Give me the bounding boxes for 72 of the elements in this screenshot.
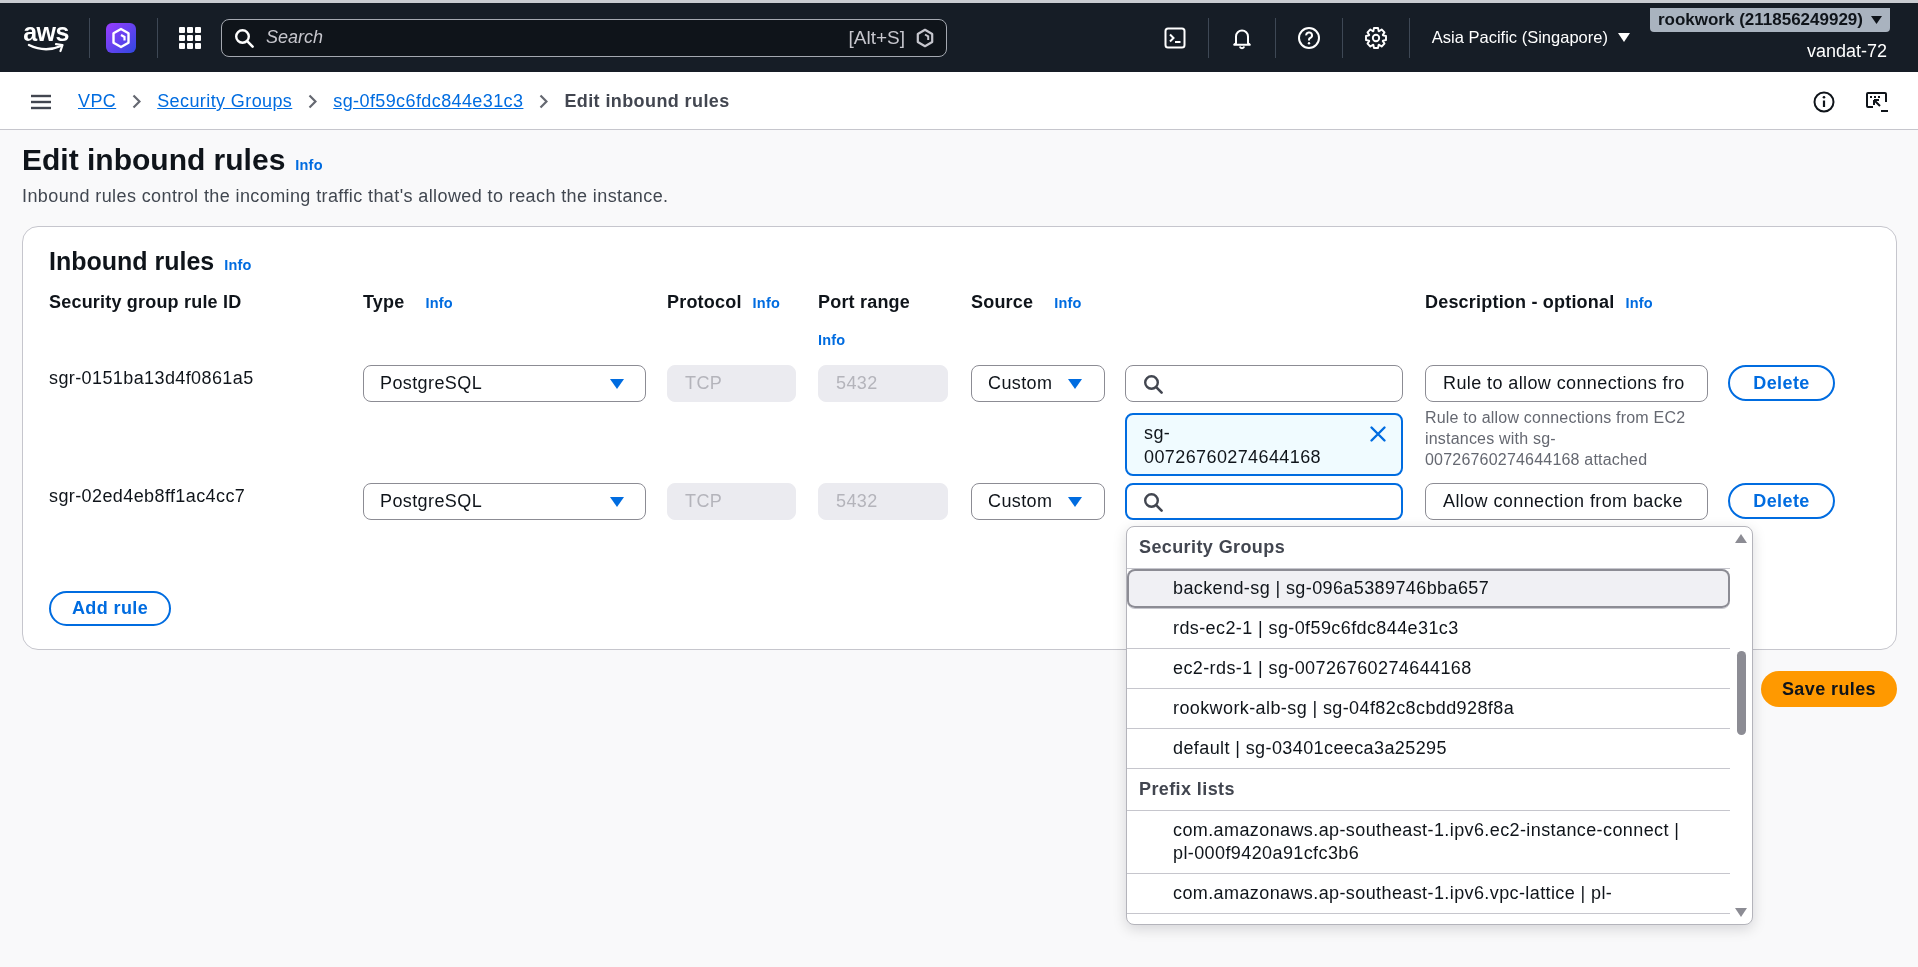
source-search-field[interactable]: [1125, 365, 1403, 402]
search-icon: [234, 27, 254, 48]
caret-down-icon: [610, 496, 624, 507]
current-page-crumb: Edit inbound rules: [564, 91, 730, 112]
info-link[interactable]: Info: [818, 328, 846, 352]
source-option[interactable]: backend-sg | sg-096a5389746bba657: [1127, 569, 1730, 609]
add-rule-button[interactable]: Add rule: [49, 591, 171, 626]
screen-icon[interactable]: [1865, 90, 1889, 113]
source-option[interactable]: rds-ec2-1 | sg-0f59c6fdc844e31c3: [1127, 609, 1730, 649]
caret-down-icon: [1617, 33, 1630, 42]
info-link[interactable]: Info: [224, 257, 252, 273]
search-icon: [1143, 491, 1163, 512]
description-field[interactable]: Rule to allow connections fro: [1425, 365, 1708, 402]
rule-id: sgr-02ed4eb8ff1ac4cc7: [49, 485, 246, 508]
gear-icon[interactable]: [1363, 25, 1388, 50]
home-logo-link[interactable]: aws: [25, 22, 67, 53]
terminal-icon[interactable]: [1162, 25, 1187, 50]
delete-button[interactable]: Delete: [1728, 365, 1835, 401]
search-icon: [1143, 373, 1163, 394]
source-select[interactable]: Custom: [971, 365, 1105, 402]
source-option[interactable]: com.amazonaws.ap-southeast-1.ipv6.ec2-instance-connect | pl-000f9420a91cfc3b6: [1127, 811, 1730, 874]
source-option[interactable]: default | sg-03401ceeca3a25295: [1127, 729, 1730, 769]
source-option[interactable]: rookwork-alb-sg | sg-04f82c8cbdd928f8a: [1127, 689, 1730, 729]
help-icon[interactable]: [1296, 25, 1321, 50]
info-link[interactable]: Info: [425, 291, 453, 315]
column-header: Security group rule ID: [49, 291, 242, 314]
menu-icon[interactable]: [31, 93, 51, 110]
info-link[interactable]: Info: [1625, 291, 1653, 315]
region-selector[interactable]: Asia Pacific (Singapore): [1431, 28, 1630, 47]
column-header: Port range: [818, 291, 911, 314]
source-search-field[interactable]: [1125, 483, 1403, 520]
hexagon-app-icon[interactable]: [106, 22, 136, 53]
rule-id: sgr-0151ba13d4f0861a5: [49, 367, 254, 390]
delete-button[interactable]: Delete: [1728, 483, 1835, 519]
column-header: Protocol: [667, 291, 742, 314]
token-label: sg-00726760274644168: [1144, 422, 1322, 469]
chevron-right-icon: [539, 94, 549, 109]
column-header: Source: [971, 291, 1034, 314]
breadcrumb-link[interactable]: Security Groups: [157, 91, 293, 112]
user-name: vandat-72: [1806, 41, 1887, 61]
info-link[interactable]: Info: [295, 157, 323, 173]
chevron-right-icon: [132, 94, 142, 109]
type-select[interactable]: PostgreSQL: [363, 365, 646, 402]
caret-down-icon: [1068, 378, 1082, 389]
field-hint: Rule to allow connections from EC2 instances with sg-00726760274644168 attached: [1425, 408, 1687, 470]
source-select[interactable]: Custom: [971, 483, 1105, 520]
panel-title: Inbound rules: [49, 246, 215, 276]
option-group-header: Prefix lists: [1127, 769, 1730, 811]
type-select[interactable]: PostgreSQL: [363, 483, 646, 520]
info-link[interactable]: Info: [1054, 291, 1082, 315]
column-header: Description - optional: [1425, 291, 1615, 314]
close-icon[interactable]: [1369, 425, 1387, 443]
info-icon[interactable]: [1813, 90, 1835, 113]
breadcrumb-link[interactable]: sg-0f59c6fdc844e31c3: [333, 91, 524, 112]
account-menu[interactable]: rookwork (211856249929): [1649, 8, 1890, 32]
column-header: Type: [363, 291, 405, 314]
grid-icon[interactable]: [179, 26, 201, 49]
source-option[interactable]: ec2-rds-1 | sg-00726760274644168: [1127, 649, 1730, 689]
hexagon-icon: [915, 27, 935, 48]
save-rules-button[interactable]: Save rules: [1761, 671, 1897, 707]
keyboard-shortcut: [Alt+S]: [848, 26, 905, 49]
source-option[interactable]: com.amazonaws.ap-southeast-1.ipv6.vpc-lattice | pl-: [1127, 874, 1730, 914]
page-title: Edit inbound rules: [22, 142, 286, 178]
info-link[interactable]: Info: [752, 291, 780, 315]
smile-arrow-icon: [27, 42, 65, 53]
page-description: Inbound rules control the incoming traffic that's allowed to reach the instance.: [22, 185, 670, 208]
chevron-right-icon: [308, 94, 318, 109]
caret-down-icon: [1068, 496, 1082, 507]
breadcrumb-link[interactable]: VPC: [78, 91, 117, 112]
description-field[interactable]: Allow connection from backe: [1425, 483, 1708, 520]
caret-down-icon: [1871, 16, 1882, 24]
caret-down-icon: [610, 378, 624, 389]
